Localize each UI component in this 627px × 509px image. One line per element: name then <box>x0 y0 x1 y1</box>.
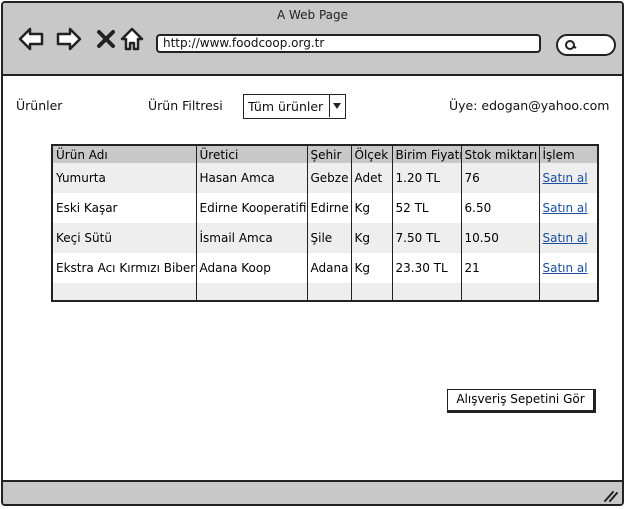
cell-unit: Kg <box>351 253 393 283</box>
cell-product: Eski Kaşar <box>53 193 197 223</box>
cell-action: Satın al <box>539 193 597 223</box>
status-bar <box>3 480 622 504</box>
products-label: Ürünler <box>16 98 63 113</box>
search-icon <box>565 40 577 50</box>
buy-link[interactable]: Satın al <box>543 171 588 185</box>
product-filter-value: Tüm ürünler <box>248 99 324 114</box>
cell-product: Keçi Sütü <box>53 223 197 253</box>
buy-link[interactable]: Satın al <box>543 231 588 245</box>
cell-city: Edirne <box>307 193 352 223</box>
cell-city: Gebze <box>307 163 352 193</box>
cell-stock: 76 <box>461 163 540 193</box>
cell-product: Yumurta <box>53 163 197 193</box>
cell-product: Ekstra Acı Kırmızı Biber <box>53 253 197 283</box>
view-cart-button[interactable]: Alışveriş Sepetini Gör <box>447 389 596 413</box>
url-text: http://www.foodcoop.org.tr <box>163 36 325 50</box>
cell-unit: Kg <box>351 223 393 253</box>
cell-price: 52 TL <box>392 193 462 223</box>
cell-stock: 10.50 <box>461 223 540 253</box>
filter-label: Ürün Filtresi <box>148 98 223 113</box>
window-title: A Web Page <box>276 8 349 22</box>
cell-unit: Adet <box>351 163 393 193</box>
forward-arrow-icon[interactable] <box>55 25 83 53</box>
table-row: Yumurta Hasan Amca Gebze Adet 1.20 TL 76… <box>53 163 597 193</box>
column-header: Stok miktarı <box>461 146 540 163</box>
table-row: Keçi Sütü İsmail Amca Şile Kg 7.50 TL 10… <box>53 223 597 253</box>
column-header: Ölçek <box>351 146 393 163</box>
product-filter-select[interactable]: Tüm ürünler <box>243 94 346 119</box>
table-row: Ekstra Acı Kırmızı Biber Adana Koop Adan… <box>53 253 597 283</box>
cell-price: 1.20 TL <box>392 163 462 193</box>
table-header-row: Ürün Adı Üretici Şehir Ölçek Birim Fiyat… <box>53 146 597 163</box>
column-header: İşlem <box>539 146 597 163</box>
cell-producer: İsmail Amca <box>196 223 308 253</box>
cell-action: Satın al <box>539 253 597 283</box>
buy-link[interactable]: Satın al <box>543 261 588 275</box>
column-header: Üretici <box>196 146 308 163</box>
cell-stock: 6.50 <box>461 193 540 223</box>
column-header: Ürün Adı <box>53 146 197 163</box>
cell-producer: Hasan Amca <box>196 163 308 193</box>
cell-price: 7.50 TL <box>392 223 462 253</box>
cell-unit: Kg <box>351 193 393 223</box>
cell-city: Adana <box>307 253 352 283</box>
table-row-empty <box>53 283 597 300</box>
chevron-down-icon[interactable] <box>329 95 345 117</box>
cell-action: Satın al <box>539 163 597 193</box>
back-arrow-icon[interactable] <box>17 25 45 53</box>
column-header: Şehir <box>307 146 352 163</box>
browser-window: A Web Page http://www.foodcoop.org.tr Ür… <box>1 1 624 506</box>
browser-chrome: A Web Page http://www.foodcoop.org.tr <box>3 3 622 76</box>
product-table: Ürün Adı Üretici Şehir Ölçek Birim Fiyat… <box>51 144 599 302</box>
table-row: Eski Kaşar Edirne Kooperatifi Edirne Kg … <box>53 193 597 223</box>
close-icon[interactable] <box>93 25 121 53</box>
cell-producer: Edirne Kooperatifi <box>196 193 308 223</box>
buy-link[interactable]: Satın al <box>543 201 588 215</box>
column-header: Birim Fiyatı <box>392 146 462 163</box>
resize-grip-icon[interactable] <box>602 488 618 502</box>
member-email: Üye: edogan@yahoo.com <box>449 98 610 113</box>
cell-stock: 21 <box>461 253 540 283</box>
cell-action: Satın al <box>539 223 597 253</box>
home-icon[interactable] <box>119 25 147 53</box>
cell-producer: Adana Koop <box>196 253 308 283</box>
cell-price: 23.30 TL <box>392 253 462 283</box>
cell-city: Şile <box>307 223 352 253</box>
search-box[interactable] <box>556 34 616 56</box>
url-bar[interactable]: http://www.foodcoop.org.tr <box>156 34 541 53</box>
